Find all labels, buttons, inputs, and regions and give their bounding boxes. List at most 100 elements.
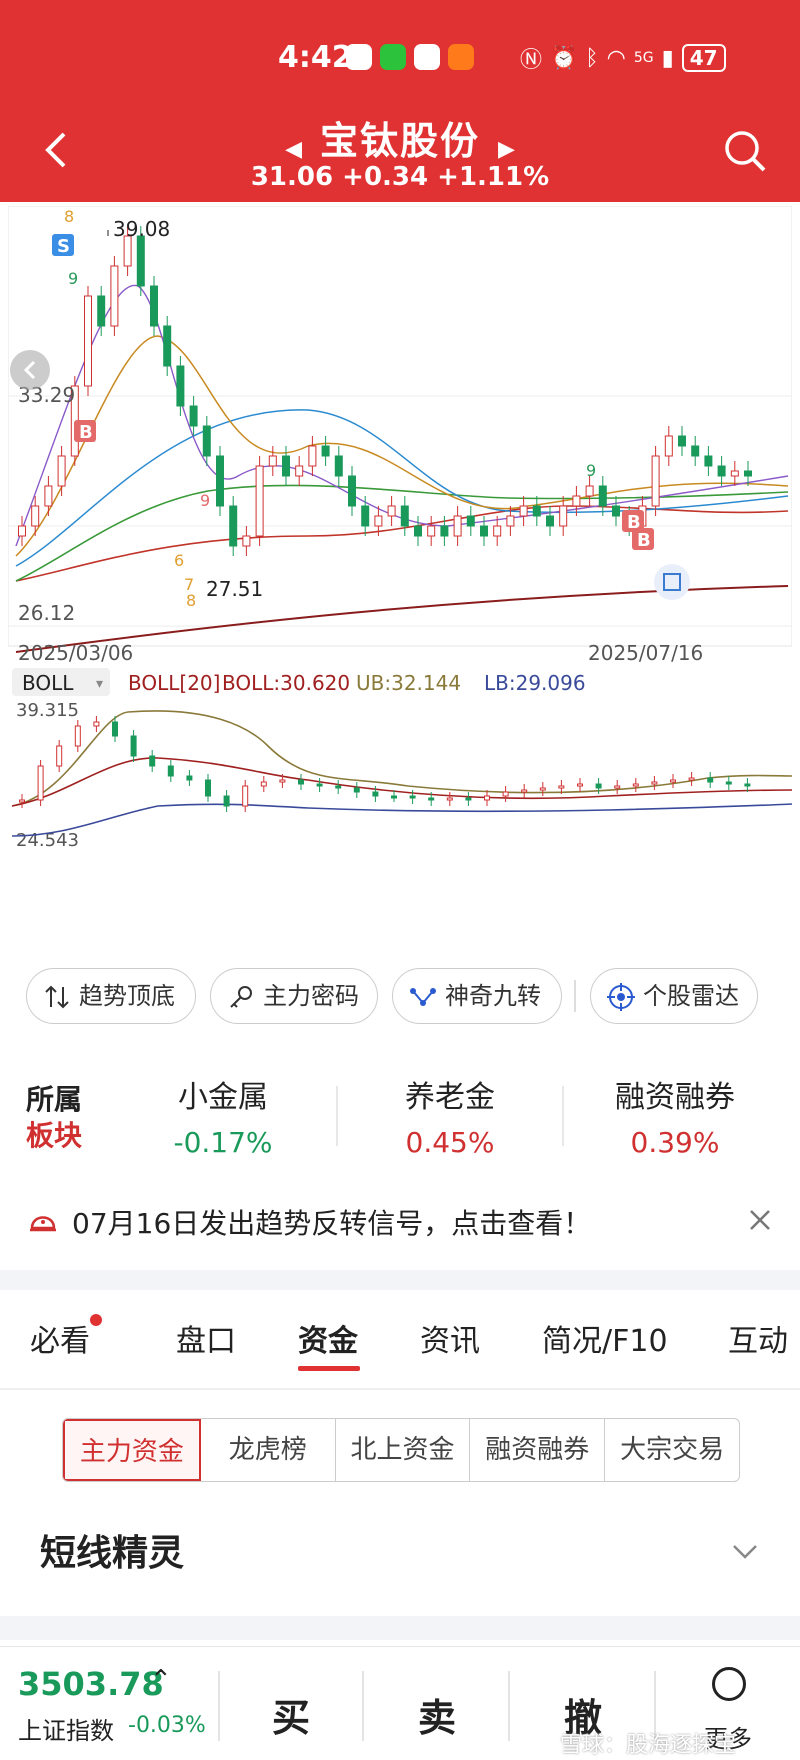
app-notification-icon [414,44,440,70]
tag-stock-radar[interactable]: 个股雷达 [590,968,758,1024]
candle [409,795,416,799]
chart-scroll-left-button[interactable] [10,350,50,390]
candle [316,783,323,787]
candle [502,791,509,797]
detail-tabs: 必看 盘口 资金 资讯 简况/F10 互动 [0,1290,800,1390]
sector-pct: 0.45% [405,1126,495,1159]
signal-icon: 5G [633,50,654,66]
app-notification-icon [346,44,372,70]
tool-tags: 趋势顶底 主力密码 神奇九转 个股雷达 [0,962,800,1032]
section-gap [0,1616,800,1640]
subtab-block-trade[interactable]: 大宗交易 [605,1419,739,1481]
stock-change: +0.34 [342,162,429,192]
candle [572,495,581,507]
candle [744,783,751,787]
candle [130,735,137,757]
caret-up-icon: ⌃ [150,1665,172,1695]
stock-name: 宝钛股份 [319,119,480,163]
sector-label-accent: 板块 [26,1119,83,1152]
next-stock-icon[interactable]: ▶ [498,137,515,162]
subtab-main-funds[interactable]: 主力资金 [63,1419,201,1481]
candle [56,745,63,767]
bottom-trade-bar: 3503.78 ⌃ 上证指数 -0.03% 买 卖 撤 更多 雪球：股海逐探宝 [0,1646,800,1760]
status-time: 4:42 [278,40,353,75]
subtab-northbound[interactable]: 北上资金 [336,1419,471,1481]
status-icons: Ⓝ ⏰ ᛒ ◠ 5G ▮ 47 [520,42,726,74]
search-icon[interactable] [722,128,768,174]
tab-interact[interactable]: 互动 [728,1316,788,1360]
signal-notice[interactable]: 07月16日发出趋势反转信号，点击查看！ [0,1192,800,1248]
candle [216,455,224,507]
sector-item[interactable]: 小金属 -0.17% [128,1072,318,1159]
active-tab-underline [298,1366,360,1371]
index-value[interactable]: 3503.78 [18,1665,164,1703]
sector-item[interactable]: 养老金 0.45% [355,1072,545,1159]
candle [205,779,211,797]
candle [374,515,383,527]
kline-date-end: 2025/07/16 [588,641,703,665]
candle [353,787,360,793]
count-label: 9 [68,269,78,288]
candle [519,505,528,517]
candle [242,785,249,807]
count-label: 8 [186,591,196,610]
tab-must-see[interactable]: 必看 [30,1316,90,1360]
bar-divider [218,1671,220,1741]
close-icon[interactable] [748,1208,772,1232]
candle [730,470,739,477]
unread-dot [90,1314,102,1326]
more-icon[interactable] [712,1667,746,1701]
tag-main-force-code[interactable]: 主力密码 [210,968,378,1024]
candle [595,783,602,789]
tab-order-book[interactable]: 盘口 [176,1316,236,1360]
candle [744,470,752,477]
buy-button[interactable]: 买 [272,1687,310,1742]
sector-divider [336,1086,338,1146]
sell-button[interactable]: 卖 [418,1687,456,1742]
fullscreen-button[interactable] [654,564,690,600]
signal-bars-icon: ▮ [661,45,674,71]
sector-panel: 所属 板块 小金属 -0.17% 养老金 0.45% 融资融券 0.39% [0,1052,800,1182]
candle [428,797,435,801]
tab-f10[interactable]: 简况/F10 [542,1316,668,1360]
kline-chart[interactable]: 39.08 27.51 33.29 26.12 2025/03/06 2025/… [8,206,792,952]
subtab-dragon-tiger[interactable]: 龙虎榜 [201,1419,336,1481]
candle [725,781,732,785]
buy-signal-text: B [79,422,93,443]
boll-title: BOLL[20] [128,671,220,695]
chevron-down-icon[interactable] [732,1544,758,1560]
candle [202,425,211,457]
message-icon [448,44,474,70]
fund-subtabs: 主力资金 龙虎榜 北上资金 融资融券 大宗交易 [62,1418,740,1482]
candle [163,325,172,367]
tab-news[interactable]: 资讯 [420,1316,480,1360]
tab-funds[interactable]: 资金 [298,1316,358,1360]
candle [84,295,92,387]
candle [414,525,422,537]
key-icon [230,986,252,1008]
section-gap [0,1270,800,1290]
candle [361,505,370,527]
tag-magic-nine[interactable]: 神奇九转 [392,968,562,1024]
candle [670,779,676,783]
wifi-icon: ◠ [606,45,626,71]
candle [493,525,502,537]
stock-pct: +1.11% [437,162,550,192]
tag-divider [574,980,576,1012]
candle [678,435,686,447]
candle [223,795,230,807]
subtab-margin[interactable]: 融资融券 [470,1419,606,1481]
index-change: -0.03% [128,1713,206,1738]
candle [484,795,490,801]
tag-trend-top-bottom[interactable]: 趋势顶底 [26,968,196,1024]
prev-stock-icon[interactable]: ◀ [285,137,302,162]
sector-item[interactable]: 融资融券 0.39% [580,1072,770,1159]
high-price-label: 39.08 [113,217,170,241]
candle [19,799,25,803]
notice-text: 07月16日发出趋势反转信号，点击查看！ [72,1207,592,1240]
stock-quote: 31.06 +0.34 +1.11% [0,162,800,192]
header: 4:42 Ⓝ ⏰ ᛒ ◠ 5G ▮ 47 ◀ 宝钛股份 ▶ 31.06 +0.34 … [0,0,800,202]
candle [707,777,714,783]
candle [229,505,238,547]
boll-y-top-label: 39.315 [16,700,79,721]
